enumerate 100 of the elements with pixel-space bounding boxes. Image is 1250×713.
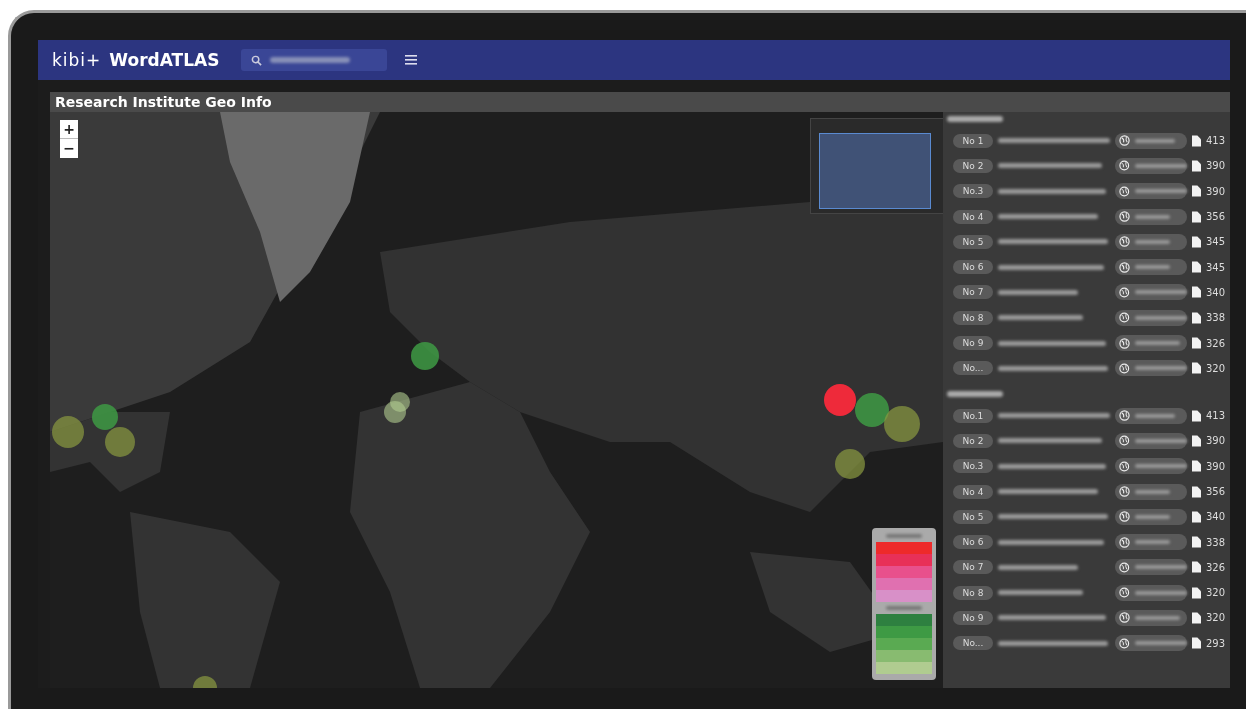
document-icon (1192, 185, 1201, 198)
document-count: 345 (1206, 261, 1227, 273)
document-count: 338 (1206, 536, 1227, 548)
menu-icon[interactable] (405, 55, 418, 65)
document-icon (1192, 134, 1201, 147)
rank-badge: No 7 (953, 285, 993, 300)
document-count: 413 (1206, 135, 1227, 147)
rank-badge: No 8 (953, 585, 993, 600)
globe-icon (1119, 236, 1130, 248)
blurred-text (1134, 366, 1187, 371)
rank-badge: No 6 (953, 535, 993, 550)
document-icon (1192, 460, 1201, 473)
blurred-text (1134, 641, 1187, 646)
rank-badge: No 5 (953, 234, 993, 249)
rank-badge: No 7 (953, 560, 993, 575)
rank-badge: No 9 (953, 336, 993, 350)
document-count: 326 (1206, 561, 1227, 573)
globe-icon (1119, 410, 1130, 422)
globe-icon (1119, 511, 1130, 523)
panel-title: Research Institute Geo Info (54, 93, 273, 112)
document-count: 320 (1206, 587, 1227, 599)
blurred-text (1135, 214, 1170, 219)
blurred-text (886, 534, 922, 538)
document-count: 345 (1206, 236, 1227, 248)
blurred-text (1134, 290, 1187, 295)
globe-icon (1119, 460, 1130, 472)
blurred-text (1135, 616, 1180, 620)
rank-badge: No.1 (953, 408, 993, 423)
globe-icon (1119, 135, 1130, 147)
blurred-text (1134, 565, 1187, 570)
rank-badge: No 4 (953, 209, 993, 224)
blurred-text (1134, 315, 1187, 320)
blurred-text (886, 606, 922, 610)
document-icon (1192, 210, 1201, 223)
zoom-in-button[interactable]: + (60, 120, 78, 139)
document-count: 390 (1206, 435, 1227, 447)
document-icon (1192, 536, 1201, 549)
minimap[interactable] (810, 118, 943, 214)
document-count: 326 (1206, 337, 1227, 349)
rank-badge: No 2 (953, 158, 993, 173)
globe-icon (1119, 362, 1130, 374)
globe-icon (1119, 185, 1130, 197)
rank-badge: No 2 (953, 433, 993, 448)
globe-icon (1119, 312, 1130, 324)
document-count: 356 (1206, 486, 1227, 497)
globe-icon (1119, 637, 1130, 649)
globe-icon (1119, 587, 1130, 599)
document-count: 390 (1206, 460, 1227, 472)
rank-badge: No 9 (953, 611, 993, 625)
rank-badge: No 1 (953, 133, 993, 148)
viewport-rectangle[interactable] (819, 133, 931, 209)
document-icon (1192, 586, 1201, 599)
document-icon (1192, 561, 1201, 574)
document-count: 390 (1206, 185, 1227, 197)
document-icon (1192, 362, 1201, 375)
blurred-text (1135, 341, 1180, 345)
blurred-text (1135, 514, 1170, 519)
rank-badge: No.3 (953, 459, 993, 474)
document-count: 340 (1206, 286, 1227, 298)
document-count: 390 (1206, 160, 1227, 172)
document-count: 338 (1206, 312, 1227, 324)
document-count: 356 (1206, 211, 1227, 223)
document-icon (1192, 510, 1201, 523)
rank-badge: No... (953, 361, 993, 376)
blurred-text (1135, 138, 1175, 143)
document-icon (1192, 235, 1201, 248)
globe-icon (1119, 337, 1130, 349)
document-icon (1192, 286, 1201, 299)
document-icon (1192, 409, 1201, 422)
rank-badge: No 5 (953, 509, 993, 524)
globe-icon (1119, 612, 1130, 624)
rank-badge: No 8 (953, 310, 993, 325)
globe-icon (1119, 160, 1130, 172)
document-icon (1192, 612, 1201, 624)
document-count: 340 (1206, 511, 1227, 523)
globe-icon (1119, 486, 1130, 497)
document-count: 320 (1206, 612, 1227, 624)
blurred-text (1135, 265, 1170, 270)
document-icon (1192, 637, 1201, 650)
app-name: WordATLAS (109, 50, 220, 70)
document-icon (1192, 434, 1201, 447)
search-icon (251, 54, 263, 66)
document-icon (1192, 337, 1201, 349)
document-icon (1192, 261, 1201, 274)
globe-icon (1119, 211, 1130, 223)
blurred-text (1135, 489, 1170, 494)
blurred-text (947, 390, 1003, 397)
blurred-text (1135, 540, 1170, 545)
rank-badge: No 4 (953, 484, 993, 499)
document-icon (1192, 159, 1201, 172)
blurred-text (1134, 163, 1187, 168)
globe-icon (1119, 561, 1130, 573)
document-count: 320 (1206, 362, 1227, 374)
document-icon (1192, 311, 1201, 324)
globe-icon (1119, 286, 1130, 298)
search-field[interactable] (241, 49, 388, 71)
blurred-text (1134, 464, 1187, 469)
blurred-text (1134, 438, 1187, 443)
logo: kibi+ (52, 50, 102, 70)
rank-badge: No... (953, 636, 993, 651)
